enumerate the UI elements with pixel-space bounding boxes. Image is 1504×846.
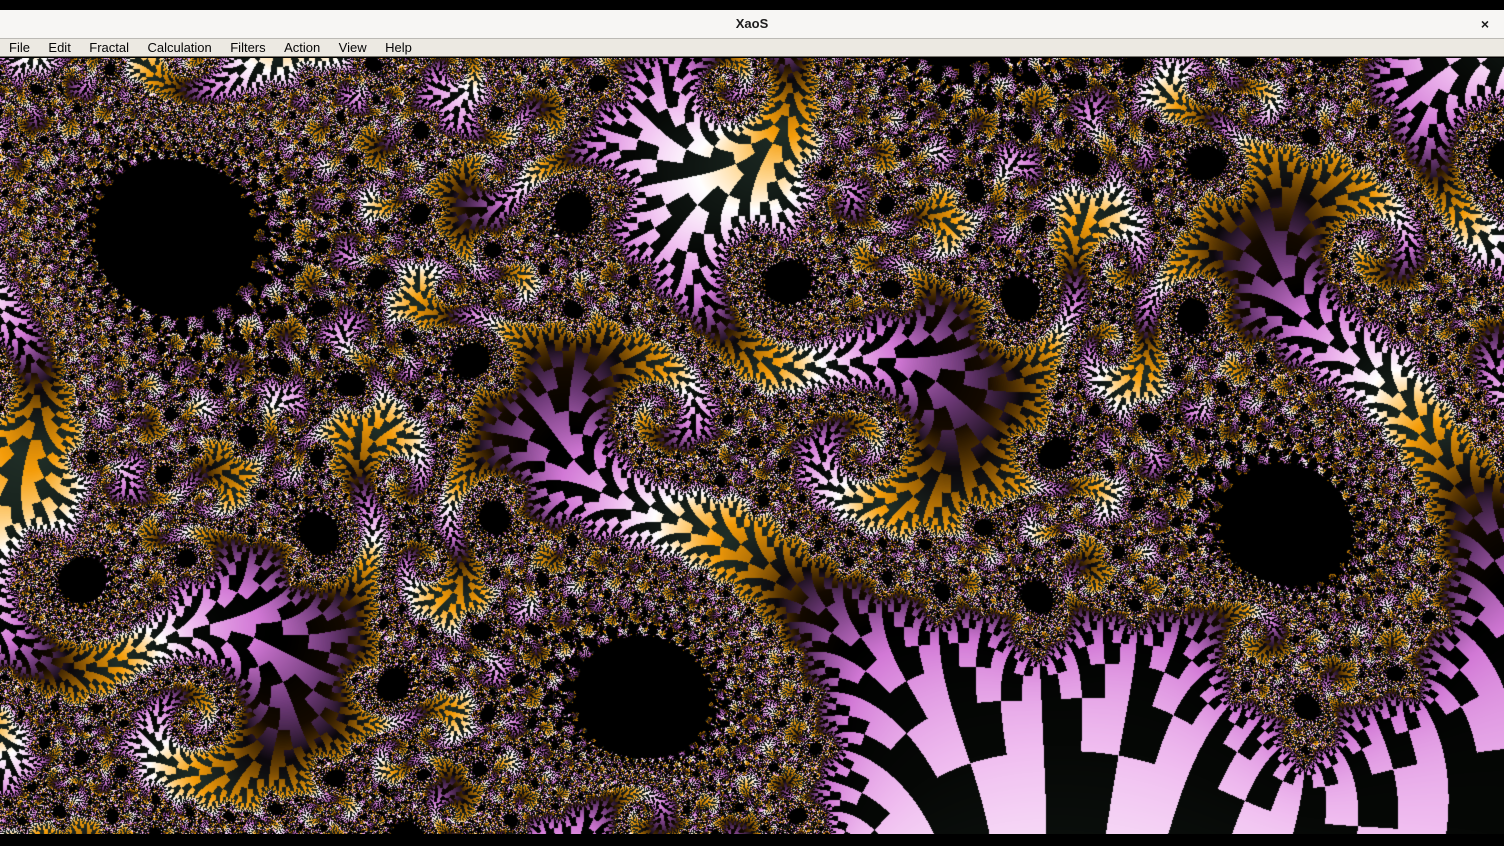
window-titlebar: XaoS ×	[0, 10, 1504, 39]
menu-bar: File Edit Fractal Calculation Filters Ac…	[0, 39, 1504, 57]
menu-item-file[interactable]: File	[2, 39, 37, 57]
screen-edge-top	[0, 0, 1504, 10]
fractal-canvas[interactable]	[0, 58, 1504, 834]
window-title: XaoS	[0, 10, 1504, 38]
menu-item-edit[interactable]: Edit	[41, 39, 77, 57]
window-close-button[interactable]: ×	[1474, 13, 1496, 35]
menu-item-view[interactable]: View	[332, 39, 374, 57]
screen-edge-bottom	[0, 834, 1504, 846]
menu-item-filters[interactable]: Filters	[223, 39, 272, 57]
menu-item-fractal[interactable]: Fractal	[82, 39, 136, 57]
menu-item-help[interactable]: Help	[378, 39, 419, 57]
menu-item-calculation[interactable]: Calculation	[140, 39, 218, 57]
fractal-viewport	[0, 58, 1504, 834]
menu-item-action[interactable]: Action	[277, 39, 327, 57]
